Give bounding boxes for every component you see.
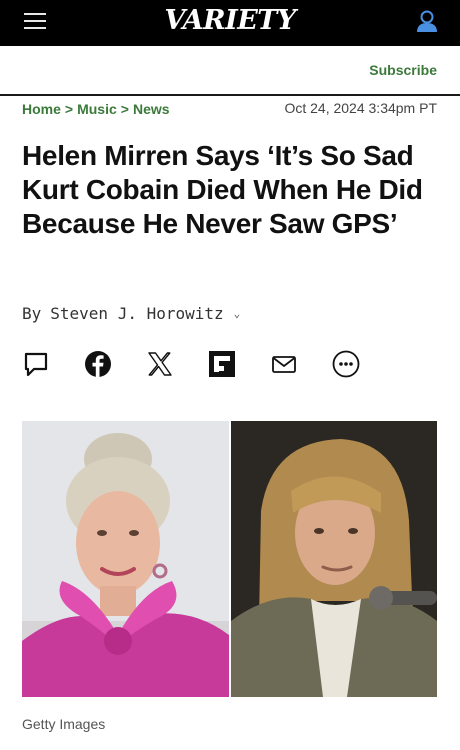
image-credit: Getty Images [22, 716, 106, 732]
facebook-icon[interactable] [84, 350, 112, 378]
helen-mirren-photo [22, 421, 229, 697]
kurt-cobain-photo [231, 421, 437, 697]
subscribe-bar: Subscribe [0, 46, 460, 96]
breadcrumb-music[interactable]: Music [77, 101, 117, 117]
byline[interactable]: By Steven J. Horowitz ⌄ [22, 304, 240, 323]
email-icon[interactable] [270, 350, 298, 378]
article-headline: Helen Mirren Says ‘It’s So Sad Kurt Coba… [22, 140, 423, 239]
top-navigation-bar: VARIETY [0, 0, 460, 46]
publish-date: Oct 24, 2024 3:34pm PT [284, 100, 437, 116]
flipboard-icon[interactable] [208, 350, 236, 378]
variety-logo[interactable]: VARIETY [0, 6, 460, 36]
breadcrumb-separator: > [64, 101, 74, 117]
comment-icon[interactable] [22, 350, 50, 378]
breadcrumb-separator: > [120, 101, 129, 117]
breadcrumb-home[interactable]: Home [22, 101, 61, 117]
more-options-icon[interactable] [332, 350, 360, 378]
breadcrumb: Home > Music > News [22, 101, 170, 117]
x-twitter-icon[interactable] [146, 350, 174, 378]
user-account-icon[interactable] [414, 8, 440, 34]
chevron-down-icon[interactable]: ⌄ [234, 307, 241, 320]
byline-prefix: By [22, 304, 42, 323]
author-name[interactable]: Steven J. Horowitz [50, 304, 223, 323]
share-toolbar [22, 350, 442, 380]
subscribe-link[interactable]: Subscribe [369, 62, 437, 78]
breadcrumb-news[interactable]: News [133, 101, 170, 117]
